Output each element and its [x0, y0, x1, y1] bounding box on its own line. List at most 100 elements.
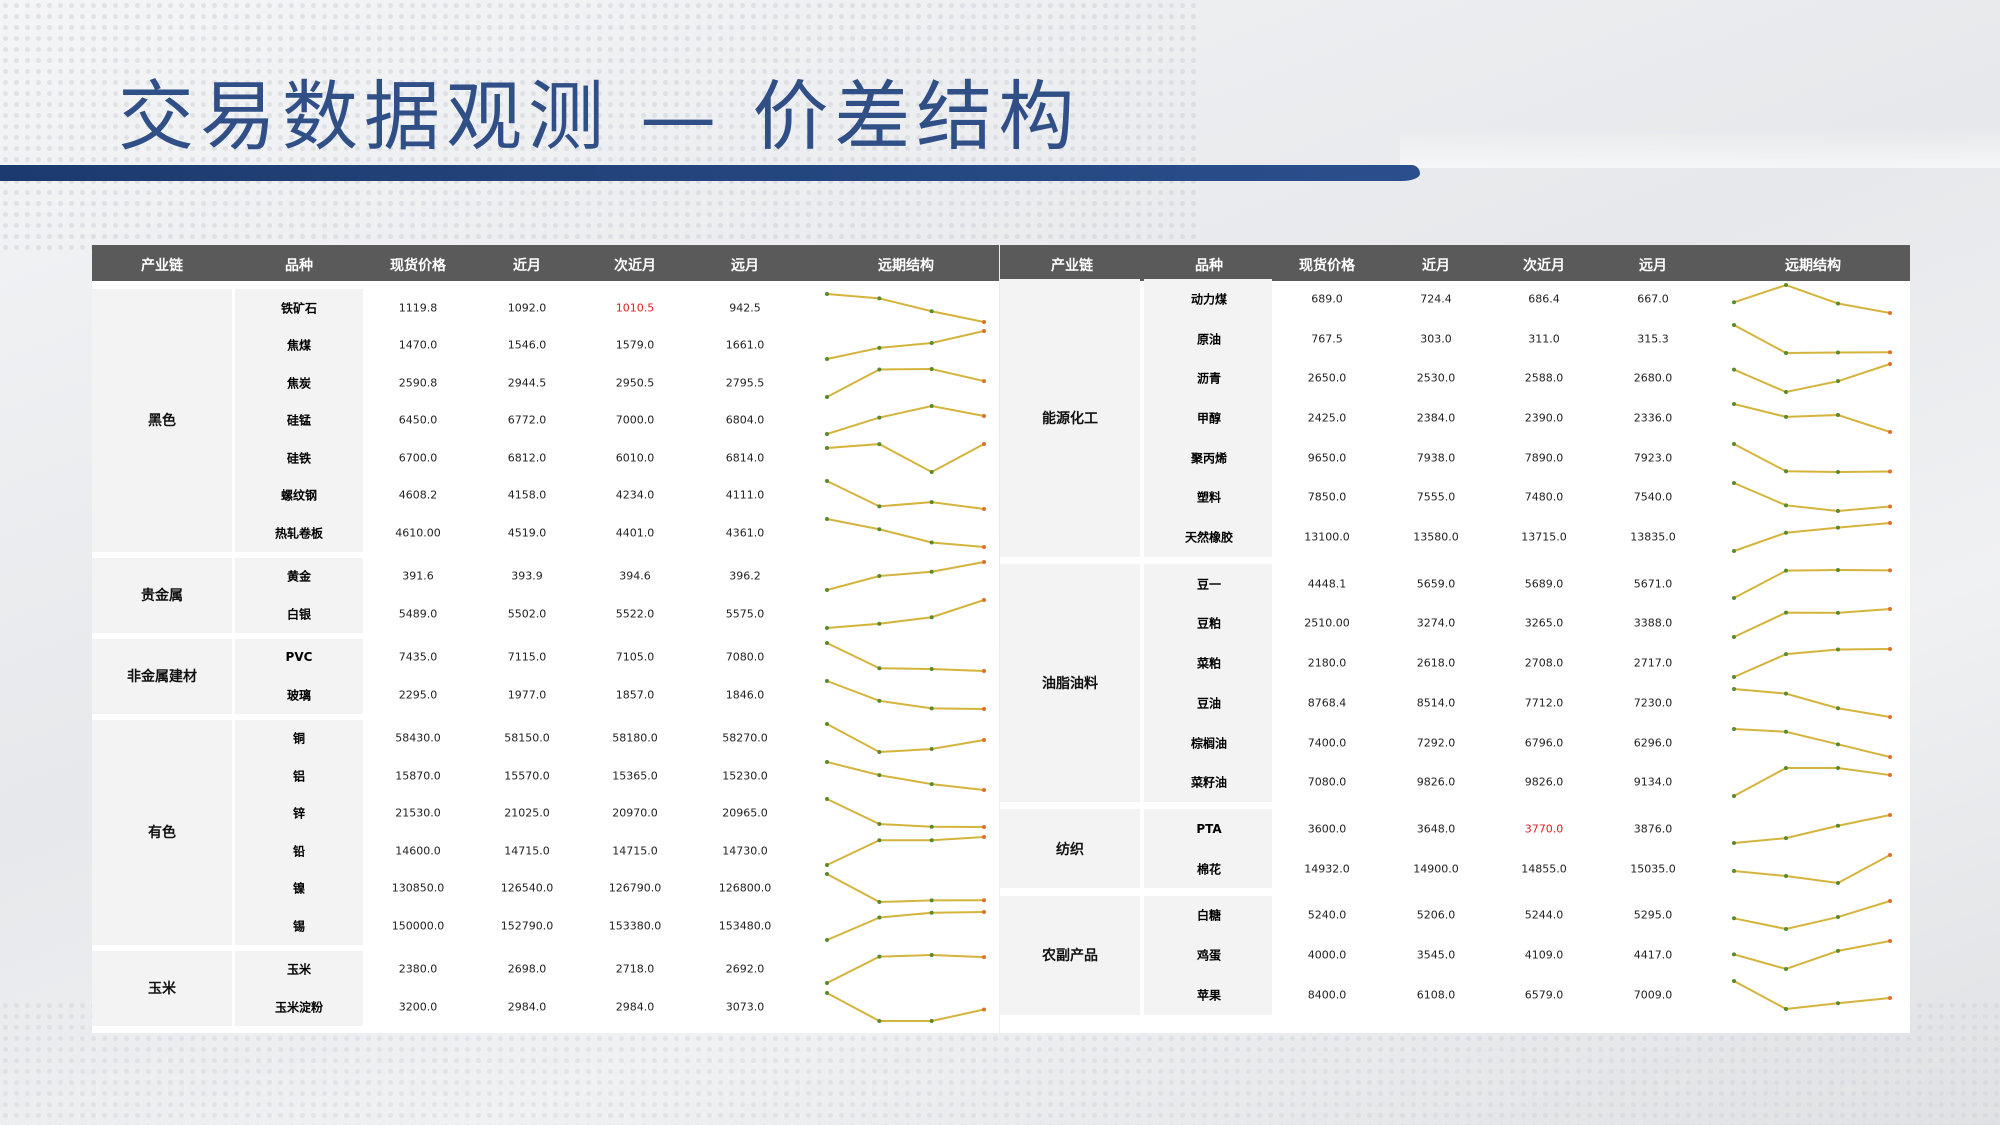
near-month: 6812.0	[507, 451, 547, 465]
sparkline-point	[1732, 952, 1736, 957]
header-near: 近月	[513, 258, 541, 274]
structure-sparkline	[825, 953, 986, 986]
far-month: 667.0	[1637, 292, 1669, 306]
sparkline-point	[929, 469, 934, 474]
sparkline-point	[1784, 503, 1788, 508]
sparkline-point	[1888, 521, 1892, 526]
group-separator	[92, 944, 363, 950]
sparkline-point	[1732, 916, 1736, 921]
next-month: 7000.0	[615, 413, 655, 427]
header-structure: 远期结构	[1785, 258, 1841, 274]
sparkline-point	[1732, 686, 1736, 691]
header-variety: 品种	[285, 258, 313, 274]
sparkline-point	[982, 597, 986, 602]
far-month: 9134.0	[1633, 775, 1673, 789]
sparkline-point	[1888, 362, 1892, 367]
header-far: 远月	[1639, 258, 1667, 274]
spot-price: 2295.0	[398, 688, 438, 702]
far-month: 5671.0	[1633, 577, 1673, 591]
structure-sparkline	[1732, 978, 1892, 1011]
sparkline-point	[982, 738, 986, 743]
far-month: 7009.0	[1633, 988, 1673, 1002]
sparkline-point	[982, 834, 986, 839]
near-month: 7115.0	[507, 650, 547, 664]
sparkline-path	[826, 330, 985, 361]
next-month: 2708.0	[1524, 656, 1564, 670]
near-month: 58150.0	[504, 731, 550, 745]
group-separator	[1000, 888, 1272, 894]
next-month: 13715.0	[1521, 530, 1567, 544]
sparkline-path	[1733, 900, 1891, 931]
next-month: 5522.0	[615, 607, 655, 621]
sparkline-point	[825, 641, 829, 646]
sparkline-path	[826, 405, 985, 436]
far-month: 15035.0	[1630, 862, 1676, 876]
far-month: 4417.0	[1633, 948, 1673, 962]
sparkline-point	[1836, 350, 1840, 355]
variety-name: 菜籽油	[1190, 775, 1228, 790]
variety-name: 热轧卷板	[274, 526, 324, 541]
spot-price: 14600.0	[395, 844, 441, 858]
next-month: 58180.0	[612, 731, 658, 745]
structure-sparkline	[1732, 726, 1892, 759]
structure-sparkline	[825, 759, 986, 792]
variety-name: 硅锰	[286, 413, 312, 428]
variety-name: 鸡蛋	[1196, 948, 1222, 963]
left-table-header: 产业链 品种 现货价格 近月 次近月 远月 远期结构	[92, 245, 999, 281]
sparkline-point	[877, 346, 882, 351]
near-month: 7292.0	[1416, 736, 1456, 750]
group-separator	[92, 713, 363, 719]
header-next: 次近月	[1523, 258, 1565, 274]
spot-price: 1470.0	[398, 338, 438, 352]
variety-column-bg	[1144, 563, 1272, 803]
group-label: 纺织	[1000, 809, 1140, 889]
spot-price: 7080.0	[1307, 775, 1347, 789]
next-month: 1579.0	[615, 338, 655, 352]
sparkline-point	[1784, 766, 1788, 771]
structure-sparkline	[825, 479, 986, 512]
variety-name: 原油	[1196, 332, 1222, 347]
near-month: 7938.0	[1416, 451, 1456, 465]
header-next: 次近月	[614, 258, 656, 274]
sparkline-path	[1733, 940, 1891, 971]
header-far: 远月	[731, 258, 759, 274]
spot-price: 1119.8	[398, 301, 438, 315]
next-month: 4234.0	[615, 488, 655, 502]
sparkline-path	[1733, 283, 1891, 314]
sparkline-point	[877, 415, 882, 420]
structure-sparkline	[1732, 686, 1892, 719]
near-month: 2384.0	[1416, 411, 1456, 425]
sparkline-path	[826, 679, 985, 710]
sparkline-point	[929, 837, 934, 842]
sparkline-point	[877, 367, 882, 372]
far-month: 20965.0	[722, 806, 768, 820]
sparkline-point	[1784, 729, 1788, 734]
next-month: 5689.0	[1524, 577, 1564, 591]
sparkline-point	[929, 953, 934, 958]
next-month: 2718.0	[615, 962, 655, 976]
sparkline-point	[825, 357, 829, 362]
spot-price: 689.0	[1311, 292, 1343, 306]
sparkline-point	[1836, 741, 1840, 746]
sparkline-point	[929, 309, 934, 314]
near-month: 1546.0	[507, 338, 547, 352]
far-month: 13835.0	[1630, 530, 1676, 544]
far-month: 942.5	[729, 301, 761, 315]
sparkline-point	[877, 822, 882, 827]
next-month: 7890.0	[1524, 451, 1564, 465]
far-month: 4361.0	[725, 526, 765, 540]
structure-sparkline	[825, 560, 986, 593]
sparkline-point	[1784, 927, 1788, 932]
far-month: 7540.0	[1633, 490, 1673, 504]
next-month: 2950.5	[615, 376, 655, 390]
next-month: 7480.0	[1524, 490, 1564, 504]
sparkline-point	[1784, 652, 1788, 657]
group-separator	[92, 551, 363, 557]
sparkline-path	[826, 561, 985, 592]
variety-name: 动力煤	[1190, 292, 1228, 307]
sparkline-point	[1732, 794, 1736, 799]
spot-price: 2510.00	[1304, 616, 1350, 630]
next-month: 153380.0	[608, 919, 662, 933]
structure-sparkline	[1732, 521, 1892, 554]
group-label: 非金属建材	[92, 638, 232, 714]
